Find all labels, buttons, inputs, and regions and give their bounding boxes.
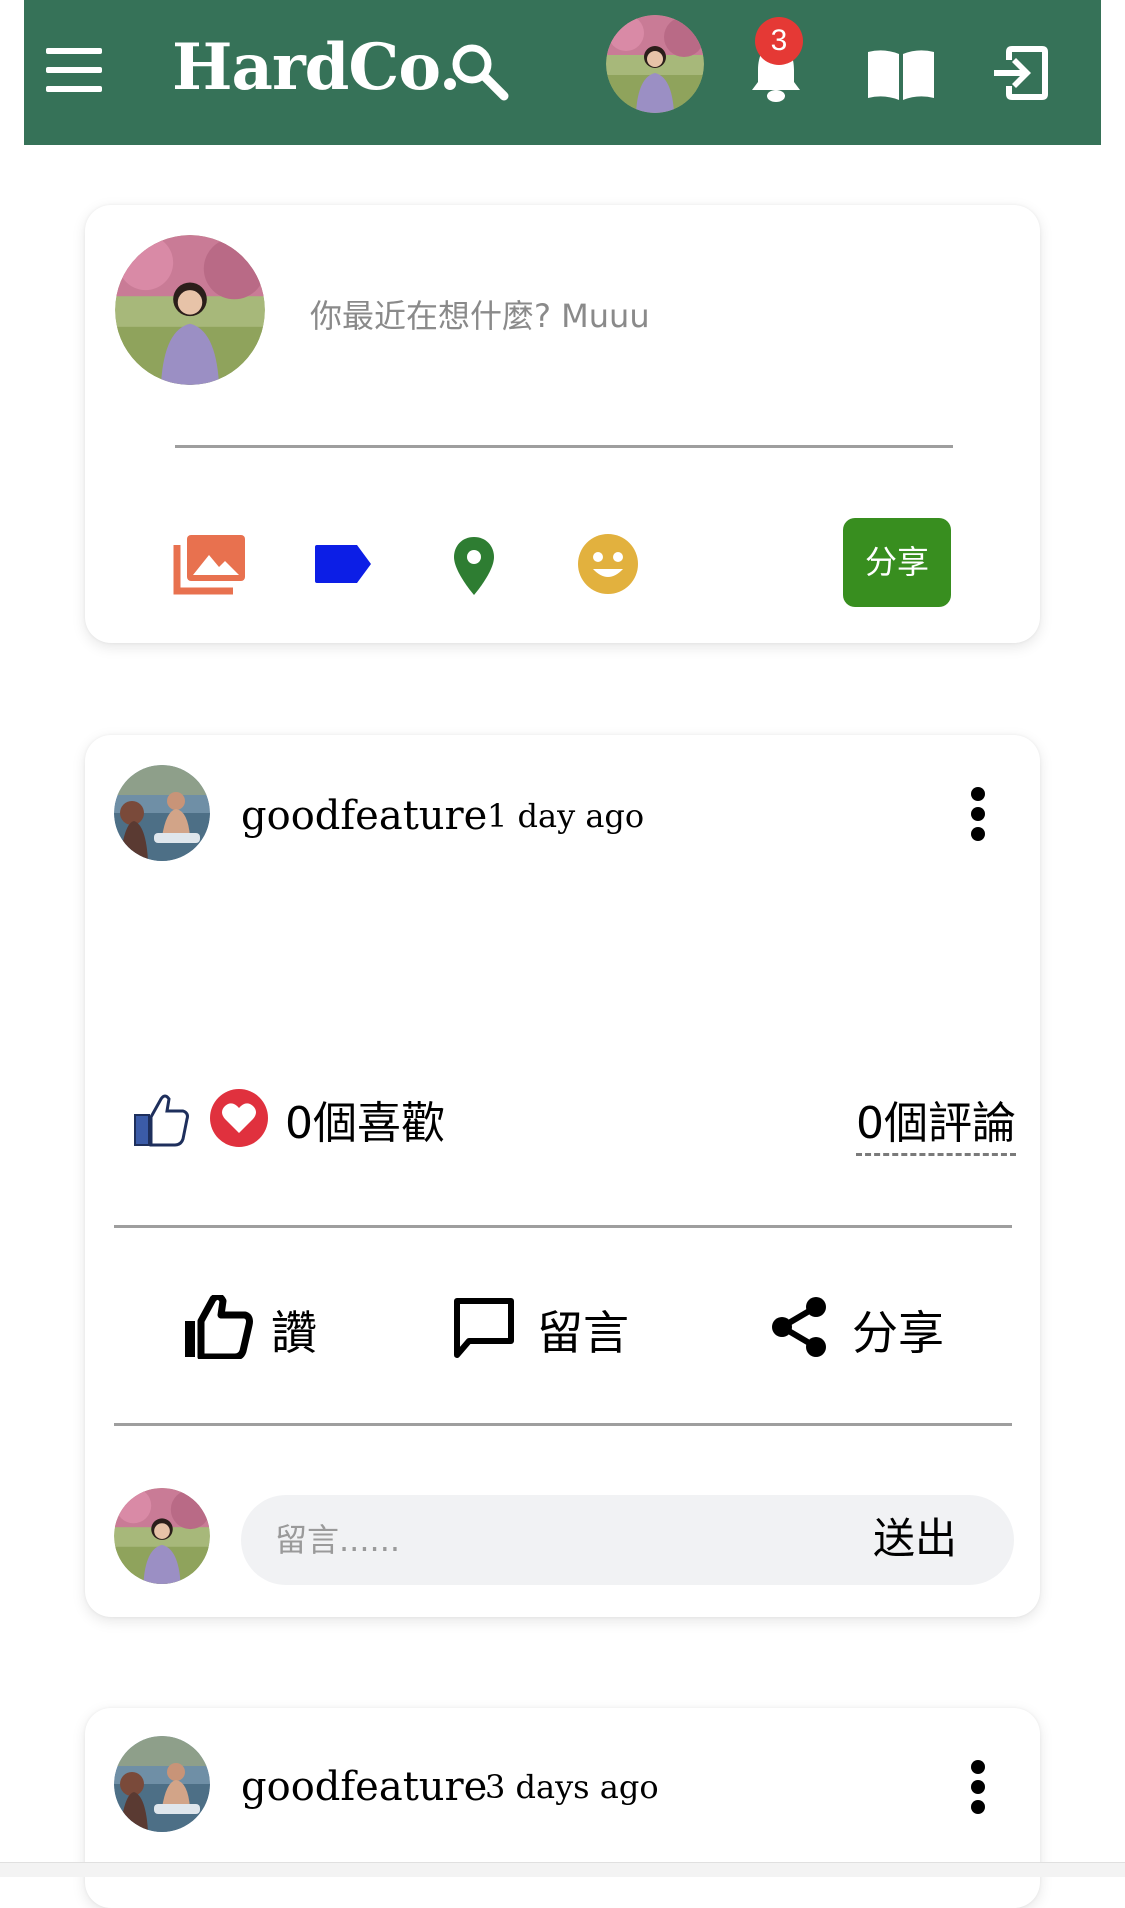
likes-count[interactable]: 0個喜歡 xyxy=(285,1087,445,1151)
composer-share-button[interactable]: 分享 xyxy=(843,518,951,607)
post-options-icon[interactable] xyxy=(970,1760,986,1814)
search-icon[interactable] xyxy=(450,42,510,102)
post-author-avatar[interactable] xyxy=(114,1736,210,1832)
post-username[interactable]: goodfeature xyxy=(241,793,487,839)
like-label: 讚 xyxy=(271,1306,317,1360)
comment-placeholder: 留言...... xyxy=(275,1521,401,1559)
comments-count[interactable]: 0個評論 xyxy=(856,1087,1016,1156)
like-reaction-icon xyxy=(134,1094,189,1147)
menu-icon[interactable] xyxy=(46,48,104,92)
post-timestamp: 1 day ago xyxy=(487,797,645,835)
tag-icon[interactable] xyxy=(313,543,373,585)
post-options-icon[interactable] xyxy=(970,787,986,841)
share-button[interactable]: 分享 xyxy=(770,1295,970,1365)
profile-avatar[interactable] xyxy=(606,15,704,113)
post-divider-top xyxy=(114,1225,1012,1228)
share-label: 分享 xyxy=(852,1306,944,1360)
notification-badge: 3 xyxy=(755,17,803,65)
comment-label: 留言 xyxy=(537,1306,629,1360)
logout-icon[interactable] xyxy=(990,42,1052,104)
emoji-icon[interactable] xyxy=(577,533,639,595)
post-timestamp: 3 days ago xyxy=(485,1768,659,1806)
post-card: goodfeature 3 days ago xyxy=(85,1708,1040,1908)
photo-library-icon[interactable] xyxy=(173,533,247,595)
book-icon[interactable] xyxy=(864,46,938,102)
comment-user-avatar xyxy=(114,1488,210,1584)
composer-divider xyxy=(175,445,953,448)
brand-logo[interactable]: HardCo. xyxy=(172,30,461,105)
bottom-edge xyxy=(0,1862,1125,1877)
thumb-up-icon xyxy=(185,1295,253,1359)
love-reaction-icon xyxy=(210,1089,268,1147)
post-composer-card: 你最近在想什麼? Muuu 分享 xyxy=(85,205,1040,643)
post-author-avatar[interactable] xyxy=(114,765,210,861)
post-divider-bottom xyxy=(114,1423,1012,1426)
composer-avatar xyxy=(115,235,265,385)
top-navbar: HardCo. xyxy=(24,0,1101,145)
like-button[interactable]: 讚 xyxy=(183,1295,333,1365)
comment-button[interactable]: 留言 xyxy=(451,1295,651,1365)
composer-input[interactable]: 你最近在想什麼? Muuu xyxy=(310,291,650,337)
post-username[interactable]: goodfeature xyxy=(241,1764,487,1810)
post-card: goodfeature 1 day ago 0個喜歡 0個評論 讚 留言 分享 … xyxy=(85,735,1040,1617)
location-pin-icon[interactable] xyxy=(451,535,497,597)
share-icon xyxy=(772,1297,826,1357)
send-comment-button[interactable]: 送出 xyxy=(873,1505,957,1566)
comment-icon xyxy=(454,1298,514,1358)
